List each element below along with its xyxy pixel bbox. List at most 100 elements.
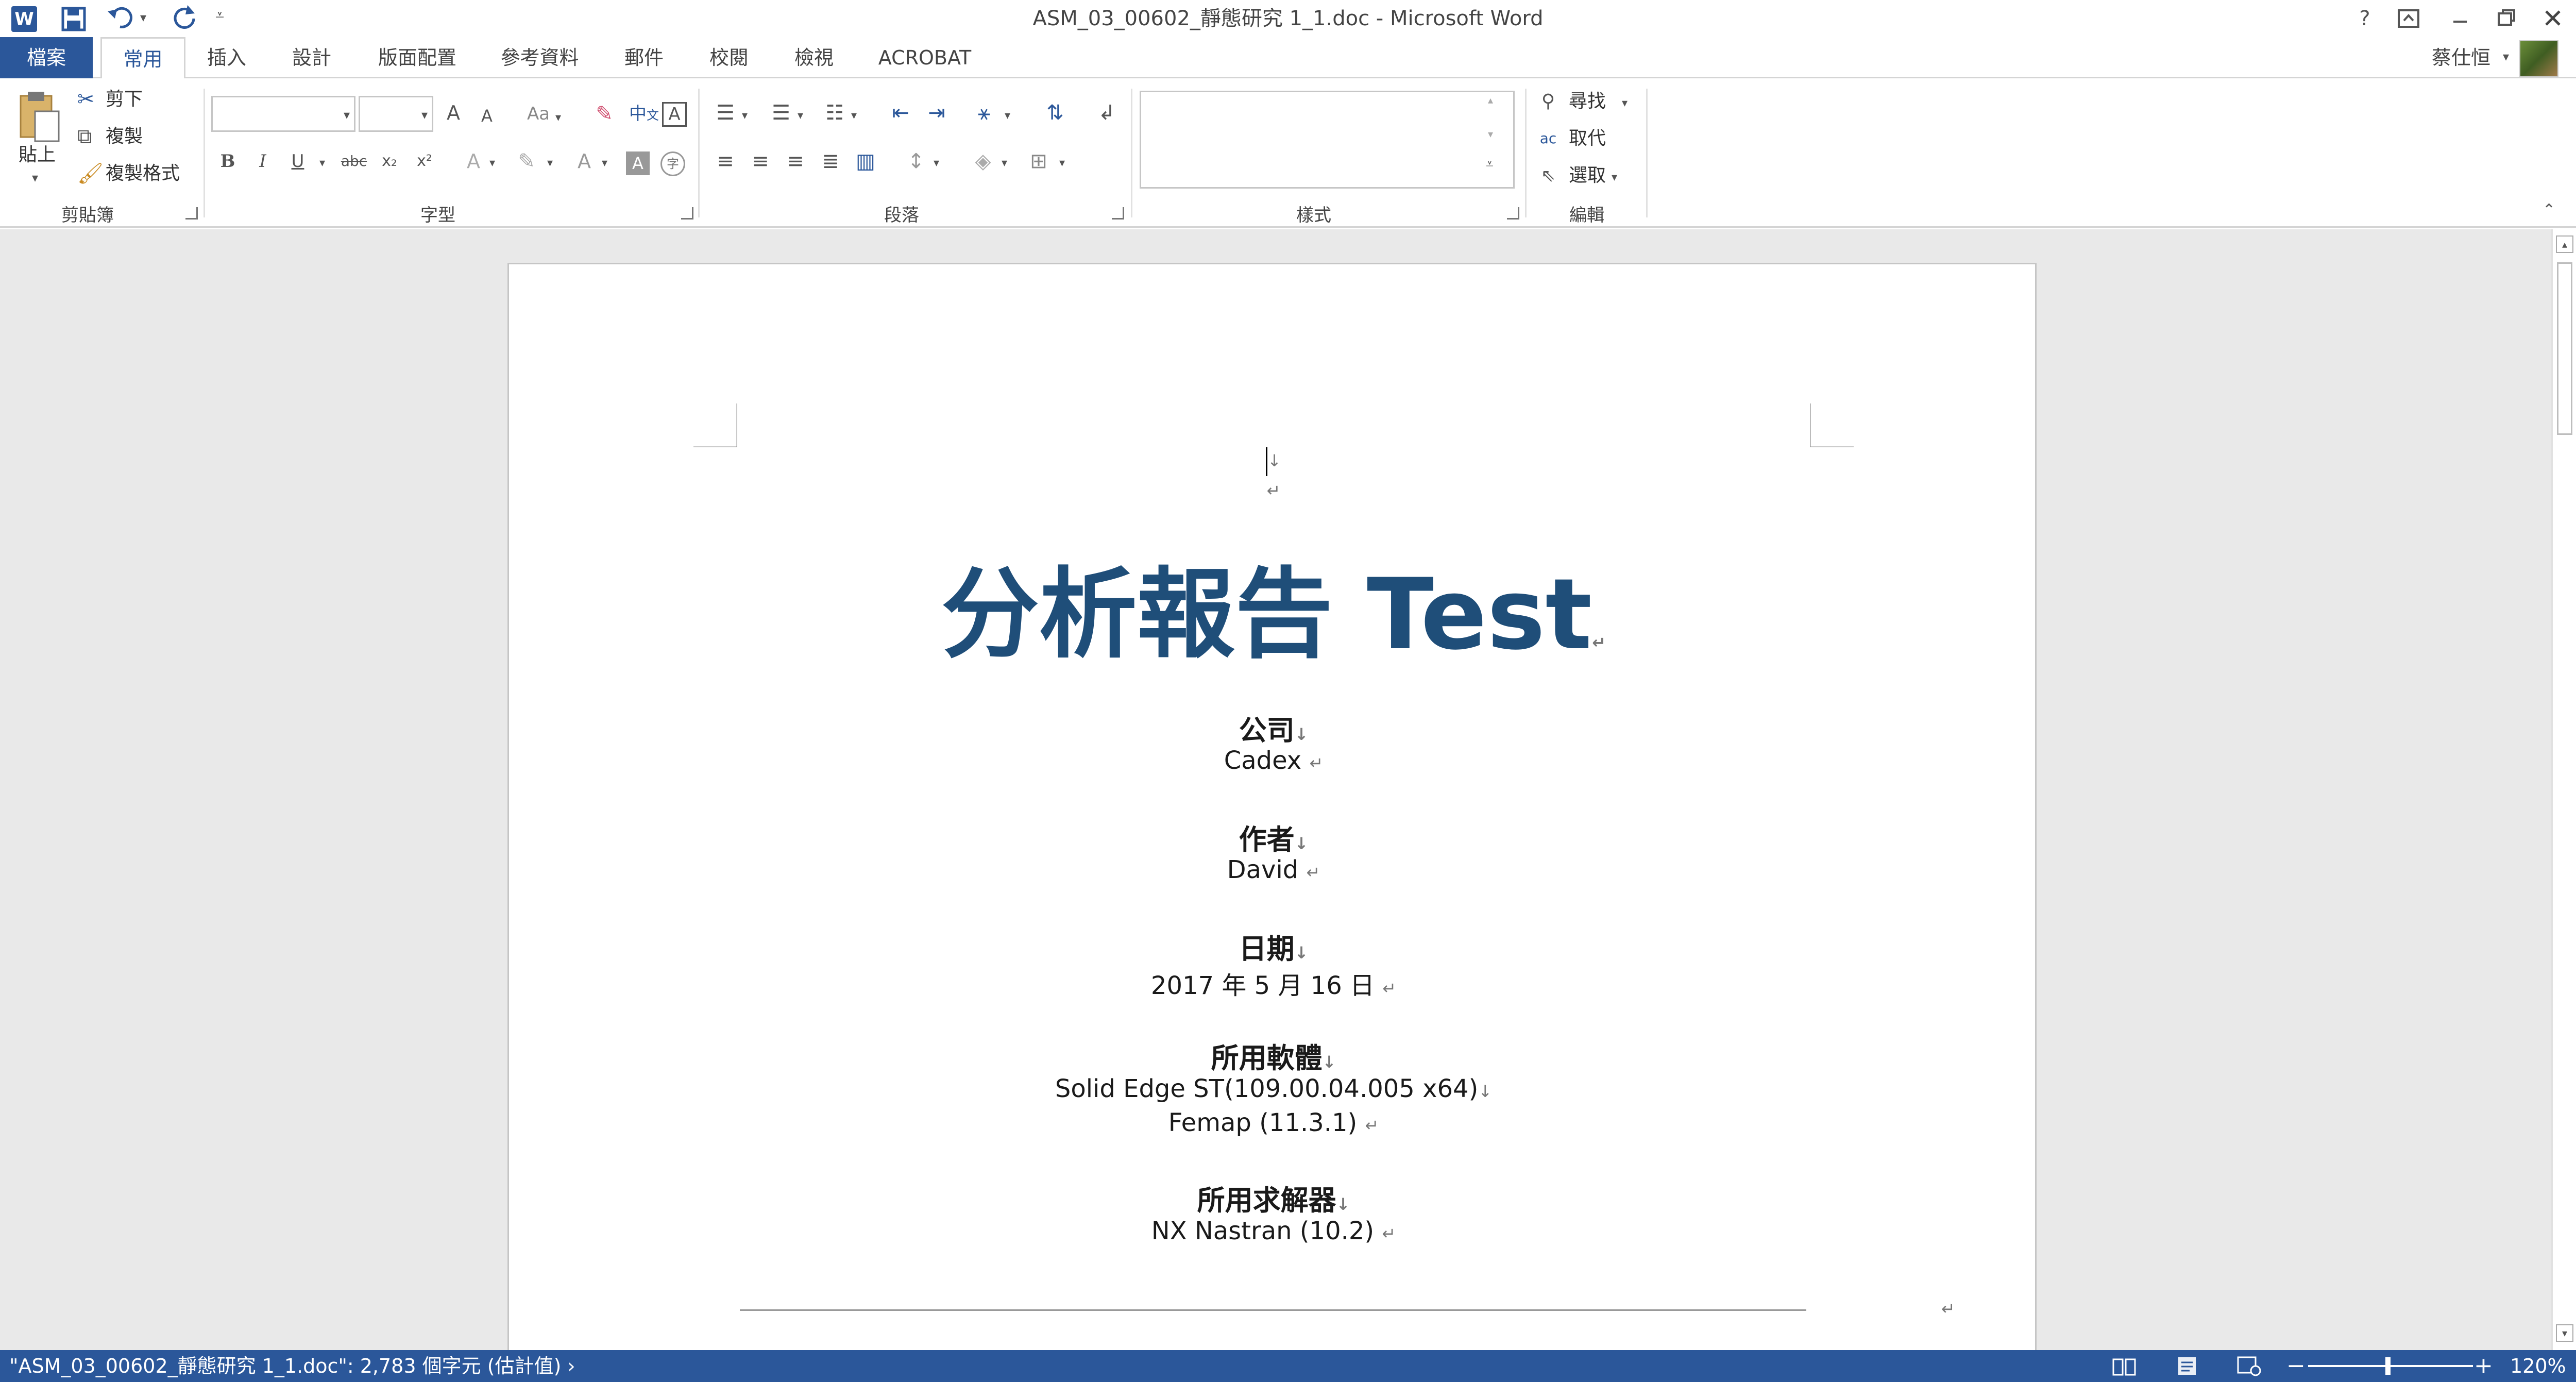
bold-icon[interactable]: B xyxy=(216,148,239,174)
replace-button[interactable]: 取代 xyxy=(1569,126,1606,151)
shrink-font-icon[interactable]: A xyxy=(477,103,497,129)
copy-icon[interactable]: ⧉ xyxy=(77,124,92,149)
borders-dropdown-icon[interactable]: ▾ xyxy=(1059,150,1065,176)
scroll-up-icon[interactable]: ▴ xyxy=(2556,235,2573,253)
line-spacing-icon[interactable]: ↕ xyxy=(902,148,930,174)
show-formatting-marks-icon[interactable]: ↲ xyxy=(1092,100,1121,126)
tab-insert[interactable]: 插入 xyxy=(193,37,260,78)
format-painter-icon[interactable]: 🖌 xyxy=(77,161,104,187)
help-button[interactable]: ? xyxy=(2349,4,2380,33)
tab-home[interactable]: 常用 xyxy=(100,37,185,80)
change-case-icon[interactable]: Aa xyxy=(520,101,556,127)
text-effects-icon[interactable]: A xyxy=(461,148,486,174)
italic-icon[interactable]: I xyxy=(251,148,274,174)
align-right-icon[interactable]: ≡ xyxy=(781,148,810,174)
paragraph-launcher-icon[interactable] xyxy=(1112,207,1124,220)
text-effects-dropdown-icon[interactable]: ▾ xyxy=(489,150,495,176)
underline-dropdown-icon[interactable]: ▾ xyxy=(319,150,325,176)
styles-gallery[interactable] xyxy=(1140,91,1515,189)
customize-quick-access-icon[interactable]: ⩡ xyxy=(215,6,224,24)
zoom-out-button[interactable]: − xyxy=(2286,1350,2306,1382)
user-name[interactable]: 蔡仕恒 xyxy=(2432,37,2490,78)
font-name-combo[interactable]: ▾ xyxy=(211,96,355,132)
distributed-icon[interactable]: ▥ xyxy=(851,148,880,174)
underline-icon[interactable]: U xyxy=(286,148,309,174)
strikethrough-icon[interactable]: abc xyxy=(337,148,370,174)
styles-scroll-up-icon[interactable]: ▴ xyxy=(1488,94,1493,106)
numbering-dropdown-icon[interactable]: ▾ xyxy=(798,103,803,129)
phonetic-guide-icon[interactable]: 中文 xyxy=(628,101,660,128)
redo-icon[interactable] xyxy=(170,3,199,32)
tab-acrobat[interactable]: ACROBAT xyxy=(871,37,979,78)
styles-launcher-icon[interactable] xyxy=(1507,207,1519,220)
character-shading-icon[interactable]: A xyxy=(626,151,650,175)
shading-dropdown-icon[interactable]: ▾ xyxy=(1002,150,1007,176)
font-size-combo[interactable]: ▾ xyxy=(359,96,433,132)
select-icon[interactable]: ⇖ xyxy=(1535,163,1561,189)
select-button[interactable]: 選取 xyxy=(1569,163,1606,189)
justify-icon[interactable]: ≣ xyxy=(816,148,845,174)
highlight-dropdown-icon[interactable]: ▾ xyxy=(547,150,553,176)
word-app-icon[interactable]: W xyxy=(11,6,37,32)
zoom-in-button[interactable]: + xyxy=(2474,1350,2493,1382)
undo-dropdown-icon[interactable]: ▾ xyxy=(140,10,146,25)
find-button[interactable]: 尋找 xyxy=(1569,89,1606,114)
vertical-scrollbar[interactable]: ▴ ▾ xyxy=(2551,229,2576,1350)
read-mode-icon[interactable] xyxy=(2111,1356,2137,1377)
replace-icon[interactable]: ac xyxy=(1535,126,1561,151)
paste-button[interactable]: 貼上 xyxy=(19,142,56,168)
zoom-level[interactable]: 120% xyxy=(2510,1350,2566,1382)
change-case-dropdown-icon[interactable]: ▾ xyxy=(555,105,561,131)
numbering-icon[interactable]: ☰ xyxy=(767,100,795,126)
clear-formatting-icon[interactable]: ✎ xyxy=(591,101,617,127)
print-layout-icon[interactable] xyxy=(2174,1355,2200,1377)
decrease-indent-icon[interactable]: ⇤ xyxy=(886,100,915,126)
asian-layout-dropdown-icon[interactable]: ▾ xyxy=(1005,103,1010,129)
collapse-ribbon-icon[interactable]: ⌃ xyxy=(2543,201,2555,219)
ribbon-display-options-icon[interactable] xyxy=(2396,7,2421,30)
paste-icon[interactable] xyxy=(16,89,63,145)
asian-layout-icon[interactable]: ⚹ xyxy=(969,100,999,126)
tab-file[interactable]: 檔案 xyxy=(0,37,93,78)
clipboard-launcher-icon[interactable] xyxy=(185,207,198,220)
font-launcher-icon[interactable] xyxy=(681,207,693,220)
user-dropdown-icon[interactable]: ▾ xyxy=(2503,49,2509,64)
styles-scroll-down-icon[interactable]: ▾ xyxy=(1488,128,1493,140)
grow-font-icon[interactable]: A xyxy=(442,100,465,126)
tab-mailings[interactable]: 郵件 xyxy=(611,37,677,78)
format-painter-button[interactable]: 複製格式 xyxy=(106,161,180,187)
align-center-icon[interactable]: ≡ xyxy=(746,148,775,174)
find-dropdown-icon[interactable]: ▾ xyxy=(1622,91,1628,116)
select-dropdown-icon[interactable]: ▾ xyxy=(1612,165,1617,191)
document-status-text[interactable]: "ASM_03_00602_靜態研究 1_1.doc": 2,783 個字元 (… xyxy=(9,1350,575,1382)
font-color-icon[interactable]: A xyxy=(573,148,596,174)
tab-references[interactable]: 參考資料 xyxy=(487,37,592,78)
bullets-dropdown-icon[interactable]: ▾ xyxy=(742,103,748,129)
web-layout-icon[interactable] xyxy=(2236,1355,2262,1377)
tab-review[interactable]: 校閱 xyxy=(696,37,762,78)
sort-icon[interactable]: ⇅ xyxy=(1041,100,1070,126)
tab-design[interactable]: 設計 xyxy=(278,37,345,78)
zoom-slider-thumb[interactable] xyxy=(2385,1357,2391,1375)
subscript-icon[interactable]: x₂ xyxy=(376,148,403,174)
scroll-thumb[interactable] xyxy=(2557,262,2572,435)
undo-icon[interactable] xyxy=(106,4,137,32)
align-left-icon[interactable]: ≡ xyxy=(711,148,740,174)
scroll-down-icon[interactable]: ▾ xyxy=(2556,1324,2573,1342)
multilevel-dropdown-icon[interactable]: ▾ xyxy=(851,103,857,129)
superscript-icon[interactable]: x² xyxy=(411,148,438,174)
document-page[interactable]: ↓ ↵ 分析報告 Test↵ 公司↓ Cadex ↵ 作者↓ David ↵ 日… xyxy=(507,263,2037,1382)
cut-icon[interactable]: ✂ xyxy=(77,87,95,112)
shading-icon[interactable]: ◈ xyxy=(969,148,997,174)
increase-indent-icon[interactable]: ⇥ xyxy=(922,100,951,126)
close-button[interactable] xyxy=(2540,5,2566,31)
save-icon[interactable] xyxy=(61,6,87,32)
restore-button[interactable] xyxy=(2494,5,2519,31)
borders-icon[interactable]: ⊞ xyxy=(1024,148,1053,174)
tab-view[interactable]: 檢視 xyxy=(781,37,848,78)
tab-layout[interactable]: 版面配置 xyxy=(366,37,469,78)
line-spacing-dropdown-icon[interactable]: ▾ xyxy=(934,150,939,176)
enclose-characters-icon[interactable]: 字 xyxy=(660,151,685,176)
highlight-icon[interactable]: ✎ xyxy=(513,148,540,174)
cut-button[interactable]: 剪下 xyxy=(106,87,143,112)
